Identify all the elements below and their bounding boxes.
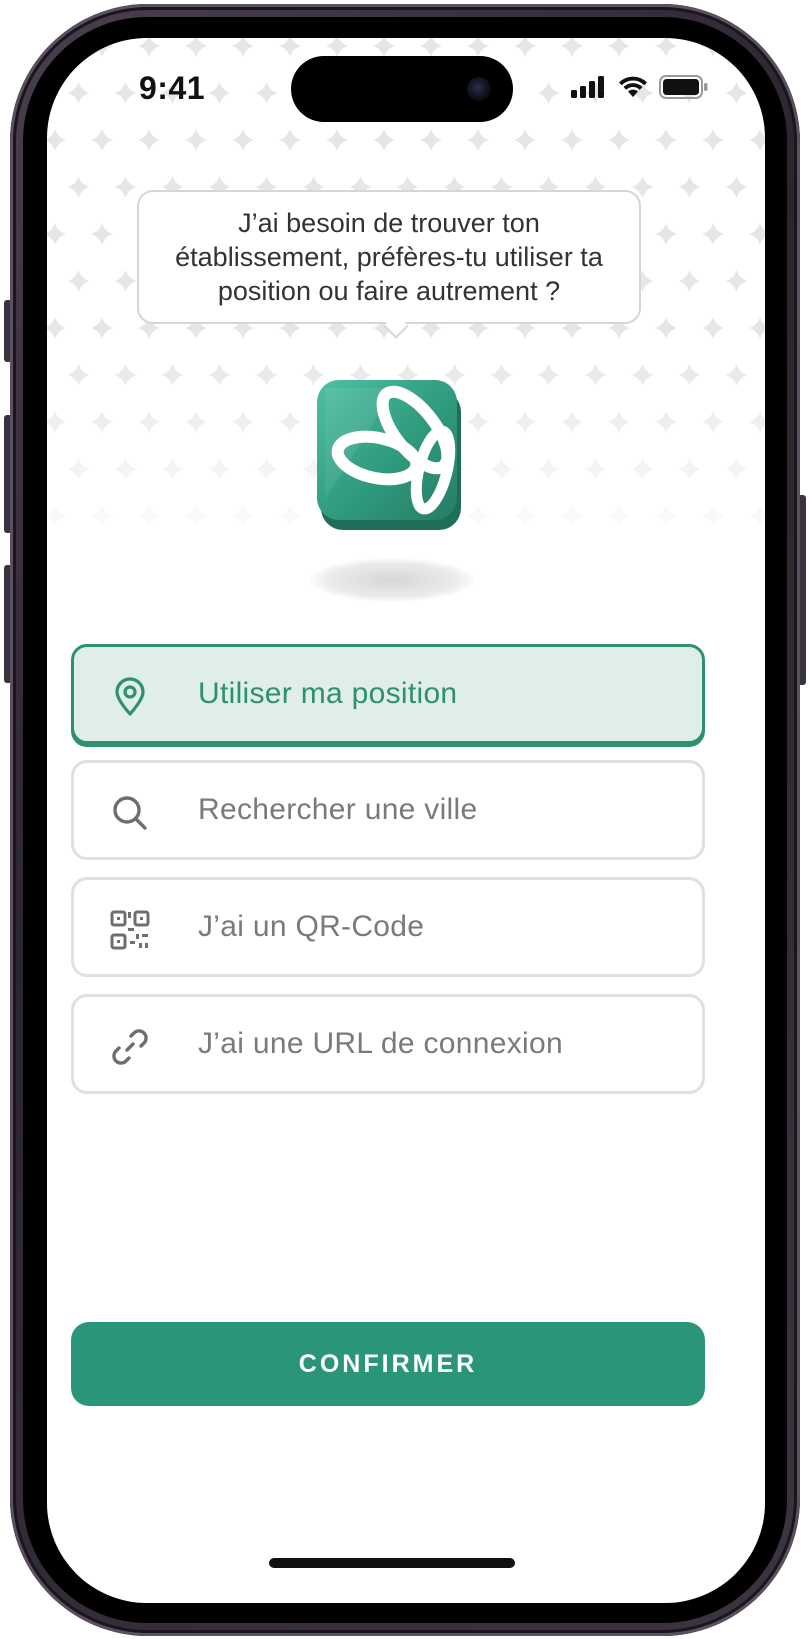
pattern-star — [678, 270, 701, 292]
pattern-star — [279, 129, 301, 151]
pattern-star — [279, 38, 301, 57]
device-mockup: 9:41 J’ai besoin de trouver ton établiss… — [0, 0, 810, 1639]
pattern-star — [725, 82, 748, 104]
pattern-star — [749, 38, 765, 57]
link-icon — [110, 1027, 150, 1067]
pattern-star — [114, 82, 137, 104]
pattern-star — [326, 38, 348, 57]
pattern-star — [655, 129, 677, 151]
option-label: Rechercher une ville — [198, 793, 478, 826]
pattern-star — [702, 223, 724, 245]
wifi-icon — [617, 75, 649, 104]
pattern-star — [255, 82, 278, 104]
pattern-star — [67, 176, 90, 198]
pattern-star — [655, 38, 677, 57]
assistant-message: J’ai besoin de trouver ton établissement… — [175, 208, 603, 306]
front-camera — [467, 77, 491, 101]
pattern-star — [67, 270, 90, 292]
app-logo-icon — [315, 378, 465, 538]
option-label: J’ai un QR-Code — [198, 910, 425, 943]
pattern-star — [138, 129, 160, 151]
pattern-star — [725, 270, 748, 292]
logo-shadow — [309, 558, 475, 602]
pattern-star — [47, 223, 66, 245]
pattern-star — [47, 129, 66, 151]
app-screen: 9:41 J’ai besoin de trouver ton établiss… — [47, 38, 765, 1603]
home-indicator — [269, 1558, 515, 1568]
option-use-location[interactable]: Utiliser ma position — [71, 644, 705, 744]
pattern-star — [749, 317, 765, 339]
pattern-star — [114, 270, 137, 292]
qr-code-icon — [110, 910, 150, 950]
pattern-star — [608, 129, 630, 151]
pattern-star — [47, 317, 66, 339]
pattern-star — [749, 129, 765, 151]
pattern-star — [114, 176, 137, 198]
confirm-button[interactable]: CONFIRMER — [71, 1322, 705, 1406]
pattern-star — [537, 82, 560, 104]
pattern-star — [232, 38, 254, 57]
status-icons — [571, 74, 709, 104]
status-time: 9:41 — [139, 70, 206, 106]
cellular-signal-icon — [571, 75, 607, 103]
pattern-star — [326, 129, 348, 151]
pattern-star — [91, 38, 113, 57]
pattern-star — [655, 223, 677, 245]
assistant-speech-bubble: J’ai besoin de trouver ton établissement… — [137, 190, 641, 324]
pattern-star — [749, 223, 765, 245]
pattern-star — [702, 129, 724, 151]
option-label: Utiliser ma position — [198, 677, 458, 710]
pattern-star — [232, 129, 254, 151]
pattern-star — [655, 317, 677, 339]
search-icon — [110, 793, 150, 833]
pattern-star — [678, 176, 701, 198]
pattern-star — [514, 129, 536, 151]
pattern-star — [467, 129, 489, 151]
option-label: J’ai une URL de connexion — [198, 1027, 563, 1060]
battery-icon — [659, 74, 709, 104]
pattern-star — [725, 176, 748, 198]
pattern-star — [702, 317, 724, 339]
pattern-star — [420, 129, 442, 151]
pattern-star — [208, 82, 231, 104]
pattern-star — [138, 38, 160, 57]
pattern-star — [608, 38, 630, 57]
location-pin-icon — [110, 677, 150, 717]
pattern-star — [67, 82, 90, 104]
option-qr-code[interactable]: J’ai un QR-Code — [71, 877, 705, 977]
pattern-star — [47, 38, 66, 57]
pattern-star — [561, 38, 583, 57]
pattern-star — [561, 129, 583, 151]
option-connection-url[interactable]: J’ai une URL de connexion — [71, 994, 705, 1094]
option-search-city[interactable]: Rechercher une ville — [71, 760, 705, 860]
pattern-star — [185, 129, 207, 151]
pattern-star — [91, 129, 113, 151]
pattern-star — [373, 38, 395, 57]
pattern-star — [185, 38, 207, 57]
dynamic-island — [291, 56, 513, 122]
pattern-star — [467, 38, 489, 57]
pattern-star — [91, 223, 113, 245]
pattern-star — [420, 38, 442, 57]
pattern-star — [514, 38, 536, 57]
pattern-star — [91, 317, 113, 339]
pattern-star — [373, 129, 395, 151]
pattern-star — [702, 38, 724, 57]
